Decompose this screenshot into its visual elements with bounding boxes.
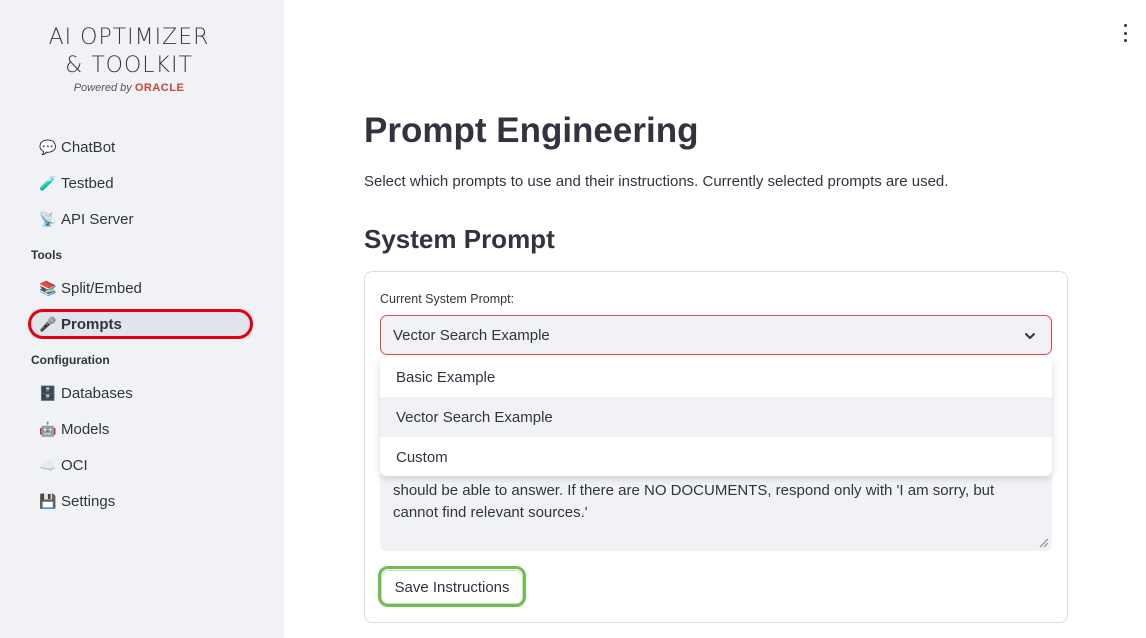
- resize-handle-icon[interactable]: [1037, 536, 1049, 548]
- sidebar-item-testbed[interactable]: 🧪 Testbed: [30, 168, 252, 198]
- dropdown-option-vector-search-example[interactable]: Vector Search Example: [380, 397, 1052, 437]
- dropdown-option-basic-example[interactable]: Basic Example: [380, 357, 1052, 397]
- sidebar-item-api-server[interactable]: 📡 API Server: [30, 204, 252, 234]
- cloud-icon: ☁️: [39, 456, 57, 473]
- logo-line-1: AI OPTIMIZER: [48, 25, 210, 50]
- current-system-prompt-label: Current System Prompt:: [380, 292, 515, 306]
- menu-dot: [1123, 39, 1127, 42]
- instructions-text: should be able to answer. If there are N…: [393, 482, 995, 521]
- page-subtitle: Select which prompts to use and their in…: [364, 173, 949, 190]
- sidebar-item-oci[interactable]: ☁️ OCI: [30, 450, 252, 480]
- sidebar-item-label: OCI: [61, 456, 88, 474]
- page-title: Prompt Engineering: [364, 111, 699, 150]
- chevron-down-icon: [1025, 333, 1035, 339]
- app-logo: AI OPTIMIZER & TOOLKIT Powered by ORACLE: [44, 24, 214, 94]
- microphone-icon: 🎤: [39, 315, 57, 332]
- main-menu-button[interactable]: [1118, 24, 1132, 42]
- system-prompt-select[interactable]: Vector Search Example: [380, 315, 1052, 355]
- sidebar-item-databases[interactable]: 🗄️ Databases: [30, 378, 252, 408]
- sidebar: AI OPTIMIZER & TOOLKIT Powered by ORACLE…: [0, 0, 284, 638]
- sidebar-section-configuration: Configuration: [31, 353, 110, 367]
- logo-line-2: & TOOLKIT: [65, 53, 193, 78]
- speech-balloon-icon: 💬: [39, 138, 57, 155]
- powered-by-text: Powered by: [73, 82, 132, 94]
- sidebar-item-label: Settings: [61, 492, 116, 510]
- sidebar-item-label: Databases: [61, 384, 133, 402]
- menu-dot: [1123, 24, 1127, 27]
- save-instructions-button[interactable]: Save Instructions: [381, 570, 523, 604]
- oracle-logo-text: ORACLE: [134, 82, 185, 94]
- dropdown-option-custom[interactable]: Custom: [380, 437, 1052, 476]
- sidebar-item-split-embed[interactable]: 📚 Split/Embed: [30, 273, 252, 303]
- sidebar-item-label: ChatBot: [61, 138, 116, 156]
- sidebar-section-tools: Tools: [31, 248, 63, 262]
- test-tube-icon: 🧪: [39, 174, 57, 191]
- sidebar-item-label: Models: [61, 420, 110, 438]
- file-cabinet-icon: 🗄️: [39, 384, 57, 401]
- satellite-antenna-icon: 📡: [39, 210, 57, 227]
- logo-powered-by: Powered by ORACLE: [44, 82, 214, 94]
- system-prompt-selected-value: Vector Search Example: [393, 326, 550, 344]
- sidebar-item-chatbot[interactable]: 💬 ChatBot: [30, 132, 252, 162]
- system-prompt-heading: System Prompt: [364, 224, 555, 254]
- sidebar-item-label: Split/Embed: [61, 279, 142, 297]
- sidebar-item-label: Prompts: [61, 315, 122, 333]
- sidebar-item-label: API Server: [61, 210, 134, 228]
- sidebar-item-prompts[interactable]: 🎤 Prompts: [30, 309, 252, 339]
- books-icon: 📚: [39, 279, 57, 296]
- floppy-disk-icon: 💾: [39, 492, 57, 509]
- sidebar-item-settings[interactable]: 💾 Settings: [30, 486, 252, 516]
- system-prompt-dropdown: Basic Example Vector Search Example Cust…: [380, 357, 1052, 476]
- sidebar-item-models[interactable]: 🤖 Models: [30, 414, 252, 444]
- robot-icon: 🤖: [39, 420, 57, 437]
- menu-dot: [1123, 31, 1127, 35]
- sidebar-item-label: Testbed: [61, 174, 114, 192]
